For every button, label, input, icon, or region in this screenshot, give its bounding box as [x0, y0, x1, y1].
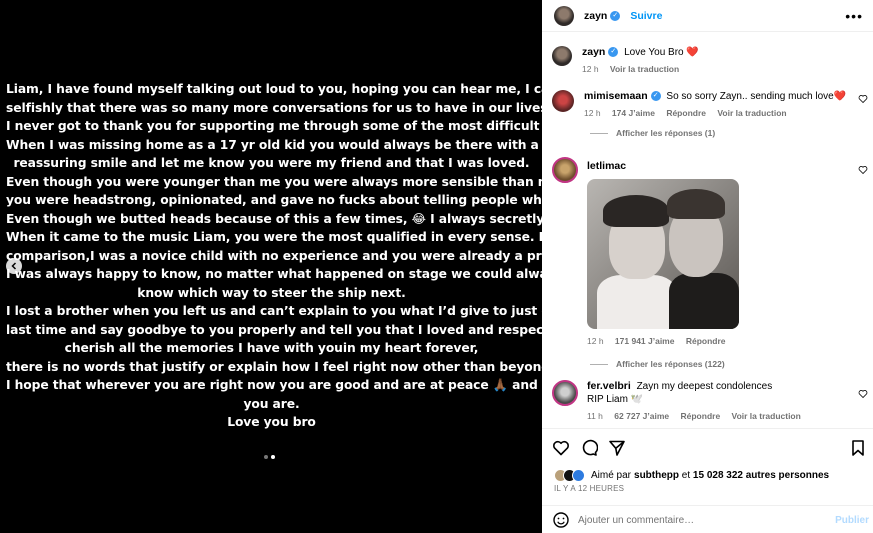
photo-figure — [597, 275, 677, 329]
comment-username[interactable]: mimisemaan — [584, 90, 648, 102]
post-text-line: I was always happy to know, no matter wh… — [6, 267, 662, 281]
comment-item: letlimac 12 h 171 941 J’aime Répondre Af… — [552, 157, 868, 369]
post-text-line: Even though we butted heads because of t… — [6, 211, 689, 226]
share-send-icon[interactable] — [608, 439, 626, 457]
comment-username[interactable]: letlimac — [587, 160, 626, 172]
avatar[interactable] — [552, 157, 578, 183]
translate-button[interactable]: Voir la traduction — [717, 108, 786, 118]
like-heart-icon[interactable] — [858, 389, 868, 399]
like-heart-icon[interactable] — [552, 439, 570, 457]
post-text-line: I never got to thank you for supporting … — [6, 119, 654, 133]
carousel-dot — [264, 455, 268, 459]
carousel-dot-active — [271, 455, 275, 459]
photo-figure — [603, 195, 669, 227]
follow-button[interactable]: Suivre — [630, 10, 662, 22]
post-text-line: comparison,I was a novice child with no … — [6, 248, 616, 263]
caption: zayn ✓ Love You Bro ❤️ 12 h Voir la tradu… — [552, 46, 868, 76]
likes-summary: Aimé par subthepp et 15 028 322 autres p… — [554, 469, 829, 482]
post-text-line: I lost a brother when you left us and ca… — [6, 304, 672, 318]
comment-time: 11 h — [587, 411, 603, 421]
comment-text: Zayn my deepest condolences — [636, 381, 773, 392]
comment-time: 12 h — [584, 108, 601, 118]
photo-figure — [669, 273, 739, 329]
post-text-line: Even though you were younger than me you… — [6, 174, 564, 189]
comments-panel: zayn ✓ Suivre ••• zayn ✓ Love You Bro ❤️ … — [542, 0, 873, 533]
reply-button[interactable]: Répondre — [686, 336, 726, 346]
post-text: Liam, I have found myself talking out lo… — [6, 80, 689, 432]
likes-middle: et — [679, 470, 693, 481]
comment-time: 12 h — [587, 336, 604, 346]
publish-button[interactable]: Publier — [835, 515, 869, 526]
show-replies-button[interactable]: Afficher les réponses (122) — [590, 359, 868, 369]
likes-count[interactable]: 15 028 322 autres personnes — [693, 470, 829, 481]
post-text-line: you are. — [243, 396, 300, 411]
post-text-line: know which way to steer the ship next. — [137, 285, 406, 300]
post-text-line: there is no words that justify or explai… — [6, 359, 636, 374]
chevron-left-icon — [11, 262, 17, 270]
avatar — [572, 469, 585, 482]
post-header: zayn ✓ Suivre ••• — [542, 0, 873, 32]
photo-figure — [667, 189, 725, 219]
verified-badge-icon: ✓ — [650, 91, 661, 102]
caption-username[interactable]: zayn — [582, 46, 605, 58]
reply-button[interactable]: Répondre — [681, 411, 721, 421]
show-replies-label: Afficher les réponses (1) — [616, 128, 716, 138]
avatar[interactable] — [552, 380, 578, 406]
header-username[interactable]: zayn — [584, 10, 607, 22]
show-replies-button[interactable]: Afficher les réponses (1) — [590, 128, 868, 138]
carousel-indicator — [264, 455, 275, 459]
reply-button[interactable]: Répondre — [666, 108, 706, 118]
comment-text-line2: RIP Liam 🕊️ — [587, 394, 644, 405]
post-text-line: I hope that wherever you are right now y… — [6, 378, 682, 392]
comment-input[interactable] — [578, 514, 798, 526]
post-media-panel: Liam, I have found myself talking out lo… — [0, 0, 689, 533]
post-text-line: selfishly that there was so many more co… — [6, 100, 552, 115]
emoji-icon[interactable] — [552, 511, 570, 529]
post-text-line: cherish all the memories I have with you… — [64, 341, 479, 355]
comment-likes[interactable]: 171 941 J’aime — [615, 336, 675, 346]
post-text-line: Love you bro — [227, 415, 316, 429]
post-text-line: When I was missing home as a 17 yr old k… — [6, 137, 683, 152]
post-text-line: reassuring smile and let me know you wer… — [13, 156, 530, 170]
comment-likes[interactable]: 174 J’aime — [612, 108, 655, 118]
translate-button[interactable]: Voir la traduction — [610, 64, 679, 74]
avatar[interactable] — [554, 5, 574, 26]
like-heart-icon[interactable] — [858, 165, 868, 175]
comment-username[interactable]: fer.velbri — [587, 380, 631, 392]
post-text-line: When it came to the music Liam, you were… — [6, 230, 658, 244]
post-time: IL Y A 12 HEURES — [554, 484, 625, 493]
comment-item: fer.velbri Zayn my deepest condolences R… — [552, 380, 868, 423]
like-heart-icon[interactable] — [858, 94, 868, 104]
comment-item: mimisemaan ✓ So so sorry Zayn.. sending m… — [552, 90, 868, 138]
liker-username[interactable]: subthepp — [634, 470, 679, 481]
comment-bubble-icon[interactable] — [580, 439, 598, 457]
verified-badge-icon: ✓ — [610, 10, 621, 21]
caption-time: 12 h — [582, 64, 599, 74]
liker-avatars — [554, 469, 585, 482]
post-actions: Aimé par subthepp et 15 028 322 autres p… — [542, 428, 873, 533]
previous-slide-button[interactable] — [6, 258, 22, 274]
post-text-line: Liam, I have found myself talking out lo… — [6, 82, 669, 96]
likes-prefix: Aimé par — [591, 470, 632, 481]
caption-text: Love You Bro ❤️ — [624, 47, 699, 58]
comment-photo[interactable] — [587, 179, 739, 329]
post-text-line: last time and say goodbye to you properl… — [6, 322, 679, 337]
avatar[interactable] — [552, 46, 572, 66]
divider — [590, 363, 608, 365]
comment-likes[interactable]: 62 727 J’aime — [614, 411, 669, 421]
avatar[interactable] — [552, 90, 574, 112]
verified-badge-icon: ✓ — [608, 47, 619, 58]
translate-button[interactable]: Voir la traduction — [732, 411, 801, 421]
divider — [590, 132, 608, 134]
comment-text: So so sorry Zayn.. sending much love❤️ — [666, 91, 847, 102]
add-comment-bar: Publier — [542, 505, 873, 533]
post-text-line: you were headstrong, opinionated, and ga… — [6, 193, 683, 207]
more-options-icon[interactable]: ••• — [845, 8, 863, 24]
show-replies-label: Afficher les réponses (122) — [616, 359, 725, 369]
bookmark-icon[interactable] — [849, 439, 867, 457]
